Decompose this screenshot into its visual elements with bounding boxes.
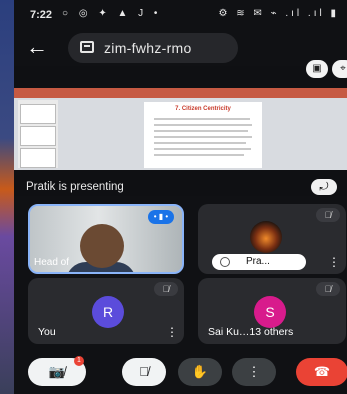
presentation-slide: 7. Citizen Centricity [14, 88, 347, 170]
video-person-head [80, 224, 124, 268]
avatar: R [92, 296, 124, 328]
pin-button[interactable]: ⌖ [332, 60, 347, 78]
more-options-icon[interactable]: ⋮ [328, 256, 340, 268]
mic-off-button[interactable]: 🎙̸ [122, 358, 166, 386]
slide-ribbon [14, 88, 347, 98]
slide-text-line [154, 124, 252, 126]
presenting-label: Pratik is presenting [26, 181, 124, 193]
meeting-code: zim-fwhz-rmo [104, 40, 192, 56]
present-icon [220, 257, 230, 267]
slide-text-line [154, 154, 244, 156]
end-call-button[interactable]: ☎ [296, 358, 347, 386]
more-options-icon[interactable]: ⋮ [166, 326, 178, 338]
captions-button[interactable]: ▣ [306, 60, 328, 78]
back-arrow-icon[interactable]: ← [22, 33, 52, 63]
slide-thumbnail [20, 148, 56, 168]
slide-thumbnail [20, 104, 56, 124]
notification-icons: ○ ◎ ✦ ▲ J • [62, 8, 162, 19]
slide-page: 7. Citizen Centricity [144, 102, 262, 168]
background-bleed [0, 0, 14, 394]
raise-hand-button[interactable]: ✋ [178, 358, 222, 386]
mic-off-icon: 🎙̸ [316, 282, 340, 296]
speaking-indicator-icon: • ▮ • [148, 210, 174, 224]
system-icons: ⚙ ≋ ✉ ⌁ .ıl .ıl ▮ [218, 8, 339, 19]
phone-screen: 7:22 ○ ◎ ✦ ▲ J • ⚙ ≋ ✉ ⌁ .ıl .ıl ▮ ← zim… [14, 0, 347, 394]
mic-off-icon: 🎙̸ [154, 282, 178, 296]
status-time: 7:22 [30, 9, 53, 21]
participant-tile-self[interactable]: 🎙̸ R You ⋮ [28, 278, 184, 344]
slide-text-line [154, 148, 251, 150]
presenter-name-chip: Pra... [212, 254, 306, 270]
slide-thumbnails [18, 100, 58, 168]
participant-tile-others[interactable]: 🎙̸ S Sai Ku…13 others [198, 278, 346, 344]
slide-text-line [154, 118, 250, 120]
slide-text-line [154, 136, 252, 138]
participant-tile[interactable]: 🎙̸ Pra... ⋮ [198, 204, 346, 274]
slide-text-line [154, 142, 246, 144]
calendar-icon [80, 41, 94, 53]
app-bar: ← zim-fwhz-rmo ⟳ [14, 30, 347, 91]
notification-badge: 1 [74, 356, 84, 366]
presenting-bar: Pratik is presenting ⤾ [14, 176, 347, 198]
participant-name: You [38, 326, 56, 338]
mic-off-icon: 🎙̸ [316, 208, 340, 222]
call-controls: 📷̸ 1 🎙̸ ✋ ⋮ ☎ [14, 352, 347, 394]
rotate-icon[interactable]: ⤾ [311, 179, 337, 195]
slide-title: 7. Citizen Centricity [175, 106, 231, 112]
avatar: S [254, 296, 286, 328]
slide-thumbnail [20, 126, 56, 146]
participant-tile[interactable]: • ▮ • Head of [28, 204, 184, 274]
participant-name: Pra... [246, 256, 270, 267]
participant-avatar [250, 221, 282, 253]
more-options-button[interactable]: ⋮ [232, 358, 276, 386]
participant-name: Head of [34, 257, 70, 268]
slide-text-line [154, 130, 248, 132]
status-bar: 7:22 ○ ◎ ✦ ▲ J • ⚙ ≋ ✉ ⌁ .ıl .ıl ▮ [14, 0, 347, 30]
participant-name: Sai Ku…13 others [208, 326, 294, 338]
meeting-code-pill[interactable]: zim-fwhz-rmo [68, 33, 238, 63]
